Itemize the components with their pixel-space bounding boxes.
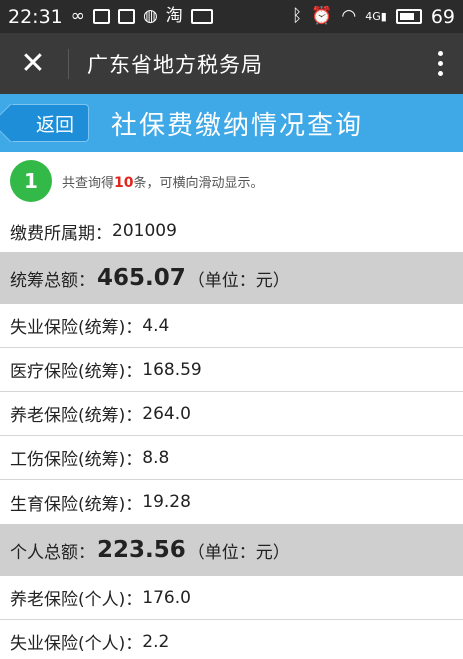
pooled-item-label: 养老保险(统筹)： <box>10 406 143 426</box>
infinity-icon: ∞ <box>70 6 85 26</box>
notice-text: 共查询得10条，可横向滑动显示。 <box>62 172 264 191</box>
app-bar-divider <box>68 48 69 79</box>
card-icon <box>190 9 213 24</box>
personal-item-value: 176.0 <box>142 587 191 608</box>
back-button-label: 返回 <box>36 113 75 136</box>
status-bar-left: 22:31 ∞ ◍ 淘 <box>8 6 213 28</box>
more-dot <box>438 61 443 66</box>
pooled-item-row: 工伤保险(统筹)： 8.8 <box>0 436 463 480</box>
result-notice: 1 共查询得10条，可横向滑动显示。 <box>0 152 463 210</box>
more-menu-icon[interactable] <box>430 47 451 80</box>
pooled-item-row: 养老保险(统筹)： 264.0 <box>0 392 463 436</box>
notice-prefix: 共查询得 <box>62 175 115 191</box>
status-bar-right: ᛒ ⏰ ◠ 4G▮ 69 <box>292 6 455 28</box>
signal-label: 4G <box>365 10 381 23</box>
pooled-item-value: 8.8 <box>142 447 170 468</box>
pooled-item-value: 168.59 <box>142 359 202 380</box>
period-label: 缴费所属期： <box>10 223 112 244</box>
chat-icon: ◍ <box>142 6 158 26</box>
pooled-item-label: 失业保险(统筹)： <box>10 318 143 338</box>
notice-suffix: 条，可横向滑动显示。 <box>133 175 264 191</box>
pooled-total-amount: 465.07 <box>97 265 186 291</box>
wifi-icon: ◠ <box>341 6 357 26</box>
personal-total-row: 个人总额： 223.56 （单位：元） <box>0 524 463 576</box>
personal-item-row: 失业保险(个人)： 2.2 <box>0 620 463 659</box>
image-icon <box>92 9 110 24</box>
pooled-item-row: 生育保险(统筹)： 19.28 <box>0 480 463 524</box>
signal-icon: 4G▮ <box>365 10 387 23</box>
personal-total-unit: （单位：元） <box>187 542 290 563</box>
payment-period-row: 缴费所属期： 201009 <box>0 210 463 252</box>
personal-total-label: 个人总额： <box>10 542 95 563</box>
square-icon <box>117 9 135 24</box>
period-value: 201009 <box>112 221 177 241</box>
result-count: 10 <box>114 174 134 191</box>
step-badge: 1 <box>10 160 52 202</box>
close-icon[interactable]: ✕ <box>18 48 48 79</box>
personal-item-value: 2.2 <box>142 631 170 652</box>
page-title: 社保费缴纳情况查询 <box>111 110 364 141</box>
page-header: 返回 社保费缴纳情况查询 <box>0 94 463 152</box>
pooled-item-label: 医疗保险(统筹)： <box>10 362 143 382</box>
personal-total-amount: 223.56 <box>97 537 186 563</box>
pooled-item-value: 4.4 <box>142 315 170 336</box>
taobao-icon: 淘 <box>165 6 183 26</box>
battery-icon <box>395 9 422 24</box>
pooled-item-value: 19.28 <box>142 492 191 512</box>
bluetooth-icon: ᛒ <box>292 6 303 26</box>
personal-item-label: 养老保险(个人)： <box>10 590 143 610</box>
pooled-total-label: 统筹总额： <box>10 270 95 291</box>
more-dot <box>438 71 443 76</box>
pooled-total-unit: （单位：元） <box>187 270 290 291</box>
more-dot <box>438 51 443 56</box>
app-bar-title: 广东省地方税务局 <box>87 52 263 77</box>
personal-item-row: 养老保险(个人)： 176.0 <box>0 576 463 620</box>
pooled-item-value: 264.0 <box>142 403 191 424</box>
pooled-item-label: 工伤保险(统筹)： <box>10 450 143 470</box>
back-button[interactable]: 返回 <box>10 104 90 142</box>
battery-level: 69 <box>430 5 455 28</box>
pooled-item-row: 医疗保险(统筹)： 168.59 <box>0 348 463 392</box>
app-bar: ✕ 广东省地方税务局 <box>0 33 463 94</box>
pooled-total-row: 统筹总额： 465.07 （单位：元） <box>0 252 463 304</box>
pooled-item-row: 失业保险(统筹)： 4.4 <box>0 304 463 348</box>
pooled-item-label: 生育保险(统筹)： <box>10 494 143 515</box>
alarm-icon: ⏰ <box>311 6 333 26</box>
status-time: 22:31 <box>8 5 63 28</box>
personal-item-label: 失业保险(个人)： <box>10 634 143 654</box>
status-bar: 22:31 ∞ ◍ 淘 ᛒ ⏰ ◠ 4G▮ 69 <box>0 0 463 33</box>
